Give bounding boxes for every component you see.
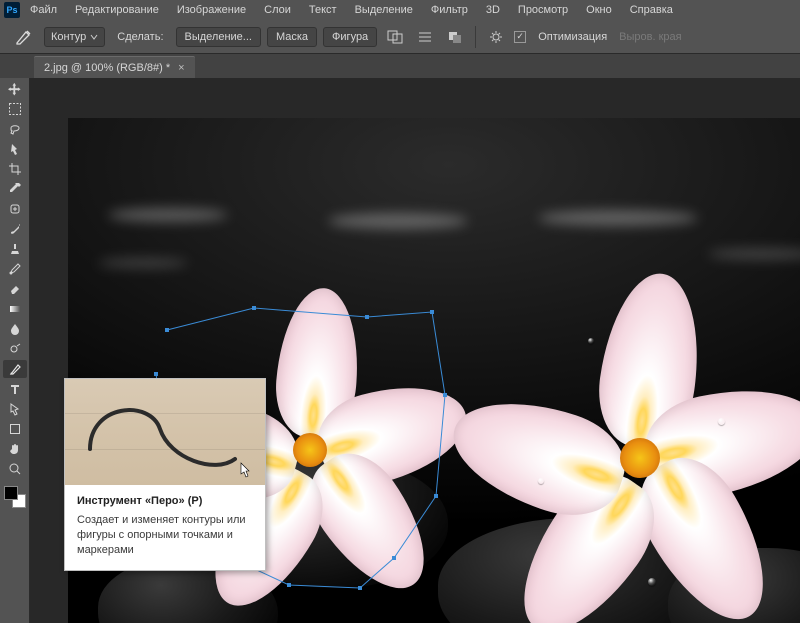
pen-tool[interactable] [3,360,27,378]
app-logo: Ps [4,2,20,18]
history-brush-tool[interactable] [3,260,27,278]
eraser-tool[interactable] [3,280,27,298]
current-tool-indicator[interactable] [10,26,38,48]
hand-tool[interactable] [3,440,27,458]
eyedropper-tool[interactable] [3,180,27,198]
reflection [98,258,188,268]
move-tool[interactable] [3,80,27,98]
make-mask-button[interactable]: Маска [267,27,317,47]
menu-image[interactable]: Изображение [169,2,254,18]
menu-view[interactable]: Просмотр [510,2,576,18]
quick-select-tool[interactable] [3,140,27,158]
reflection [328,213,468,229]
path-select-tool[interactable] [3,400,27,418]
gear-icon[interactable] [484,26,508,48]
pen-mode-label: Контур [51,31,86,43]
separator [475,26,476,48]
workspace: Инструмент «Перо» (P) Создает и изменяет… [0,78,800,623]
reflection [708,248,800,260]
tooltip-description: Создает и изменяет контуры или фигуры с … [77,513,253,558]
zoom-tool[interactable] [3,460,27,478]
dodge-tool[interactable] [3,340,27,358]
menu-file[interactable]: Файл [22,2,65,18]
document-tab[interactable]: 2.jpg @ 100% (RGB/8#) * × [34,56,195,78]
optimize-label: Оптимизация [532,29,613,45]
brush-tool[interactable] [3,220,27,238]
type-tool[interactable] [3,380,27,398]
chevron-down-icon [90,33,98,41]
flower-right [468,278,800,618]
make-selection-button[interactable]: Выделение... [176,27,261,47]
menu-edit[interactable]: Редактирование [67,2,167,18]
gradient-tool[interactable] [3,300,27,318]
crop-tool[interactable] [3,160,27,178]
tooltip-title: Инструмент «Перо» (P) [77,495,253,507]
menu-bar: Ps Файл Редактирование Изображение Слои … [0,0,800,20]
menu-filter[interactable]: Фильтр [423,2,476,18]
menu-select[interactable]: Выделение [347,2,421,18]
lasso-tool[interactable] [3,120,27,138]
marquee-tool[interactable] [3,100,27,118]
make-shape-button[interactable]: Фигура [323,27,377,47]
menu-help[interactable]: Справка [622,2,681,18]
tooltip-preview-image [65,379,265,485]
color-swatches[interactable] [4,486,26,508]
path-arrange-icon[interactable] [443,26,467,48]
menu-3d[interactable]: 3D [478,2,508,18]
optimize-checkbox[interactable]: ✓ [514,31,526,43]
healing-brush-tool[interactable] [3,200,27,218]
blur-tool[interactable] [3,320,27,338]
toolbox [0,78,30,623]
canvas-area[interactable]: Инструмент «Перо» (P) Создает и изменяет… [30,78,800,623]
close-icon[interactable]: × [178,62,184,74]
shape-tool[interactable] [3,420,27,438]
menu-text[interactable]: Текст [301,2,345,18]
document-tab-title: 2.jpg @ 100% (RGB/8#) * [44,62,170,74]
menu-layers[interactable]: Слои [256,2,299,18]
document-tab-strip: 2.jpg @ 100% (RGB/8#) * × [0,54,800,78]
make-label: Сделать: [111,29,169,45]
clone-stamp-tool[interactable] [3,240,27,258]
pen-mode-select[interactable]: Контур [44,27,105,47]
options-bar: Контур Сделать: Выделение... Маска Фигур… [0,20,800,54]
path-ops-combine-icon[interactable] [383,26,407,48]
tool-tooltip: Инструмент «Перо» (P) Создает и изменяет… [64,378,266,571]
reflection [108,208,228,222]
align-edges-label: Выров. края [619,31,681,43]
reflection [538,210,698,226]
menu-window[interactable]: Окно [578,2,620,18]
path-align-icon[interactable] [413,26,437,48]
foreground-color-swatch[interactable] [4,486,18,500]
